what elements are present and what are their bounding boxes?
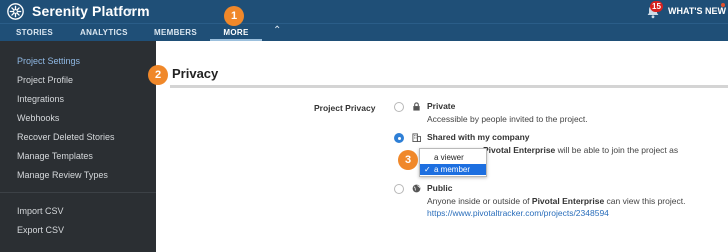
tab-stories[interactable]: STORIES: [16, 24, 53, 41]
project-nav: STORIES ANALYTICS MEMBERS MORE ⌃: [0, 23, 728, 41]
sidebar-item-project-settings[interactable]: Project Settings: [17, 56, 80, 66]
privacy-public-title: Public: [427, 183, 453, 193]
section-title: Privacy: [172, 66, 219, 81]
project-switcher-chevron-icon[interactable]: ▼: [125, 6, 134, 16]
privacy-company-radio[interactable]: [394, 133, 404, 143]
callout-badge-3: 3: [398, 150, 418, 170]
settings-content: Privacy Project Privacy Private Accessib…: [156, 41, 728, 252]
sidebar-item-integrations[interactable]: Integrations: [17, 94, 64, 104]
settings-sidebar: Project Settings Project Profile Integra…: [0, 41, 156, 252]
company-name: Pivotal Enterprise: [483, 145, 556, 155]
sidebar-item-import-csv[interactable]: Import CSV: [17, 206, 64, 216]
sidebar-item-export-csv[interactable]: Export CSV: [17, 225, 64, 235]
collapse-nav-chevron-icon[interactable]: ⌃: [273, 25, 281, 36]
callout-badge-1: 1: [224, 6, 244, 26]
whats-new-indicator: [721, 3, 725, 7]
privacy-company-title: Shared with my company: [427, 132, 530, 142]
sidebar-divider: [0, 192, 156, 193]
top-header: Serenity Platform ▼ 15 WHAT'S NEW: [0, 0, 728, 23]
sidebar-item-webhooks[interactable]: Webhooks: [17, 113, 59, 123]
whats-new-link[interactable]: WHAT'S NEW: [668, 6, 726, 16]
tab-more[interactable]: MORE: [210, 24, 262, 41]
privacy-private-title: Private: [427, 101, 456, 111]
tab-members[interactable]: MEMBERS: [154, 24, 197, 41]
role-option-member[interactable]: ✓ a member: [420, 164, 486, 175]
lock-icon: [413, 102, 420, 111]
member-role-dropdown[interactable]: a viewer ✓ a member: [419, 148, 487, 177]
privacy-private-radio[interactable]: [394, 102, 404, 112]
public-project-url-link[interactable]: https://www.pivotaltracker.com/projects/…: [427, 208, 609, 218]
callout-badge-2: 2: [148, 65, 168, 85]
tab-analytics[interactable]: ANALYTICS: [80, 24, 128, 41]
privacy-company-description: Pivotal Enterprise will be able to join …: [483, 145, 679, 155]
company-building-icon: [412, 133, 421, 142]
notification-count-badge: 15: [650, 1, 663, 12]
project-privacy-label: Project Privacy: [314, 103, 376, 113]
role-option-viewer[interactable]: a viewer: [420, 152, 486, 163]
sidebar-item-recover-deleted-stories[interactable]: Recover Deleted Stories: [17, 132, 115, 142]
company-name: Pivotal Enterprise: [531, 196, 605, 206]
privacy-public-description: Anyone inside or outside of Pivotal Ente…: [427, 196, 686, 206]
privacy-public-radio[interactable]: [394, 184, 404, 194]
serenity-logo-icon[interactable]: [7, 3, 24, 20]
sidebar-item-project-profile[interactable]: Project Profile: [17, 75, 73, 85]
checkmark-icon: ✓: [424, 165, 431, 174]
privacy-private-description: Accessible by people invited to the proj…: [427, 114, 588, 124]
section-divider: [170, 85, 728, 88]
sidebar-item-manage-templates[interactable]: Manage Templates: [17, 151, 93, 161]
sidebar-item-manage-review-types[interactable]: Manage Review Types: [17, 170, 108, 180]
globe-icon: [412, 184, 421, 193]
